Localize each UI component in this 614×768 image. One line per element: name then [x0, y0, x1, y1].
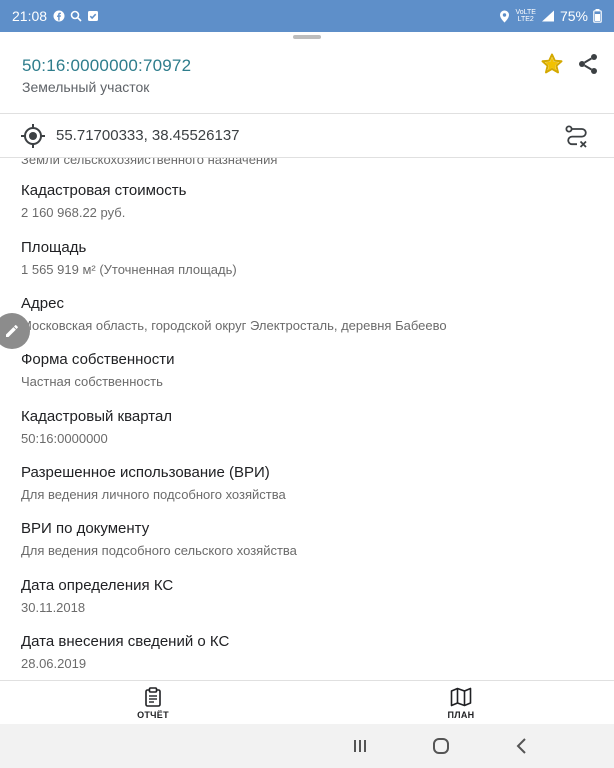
signal-icon — [541, 10, 554, 22]
facebook-icon — [53, 10, 65, 22]
parcel-details-list[interactable]: Земли сельскохозяйственного назначения К… — [0, 158, 614, 680]
field-cadastral-quarter: Кадастровый квартал 50:16:0000000 — [21, 406, 601, 448]
plan-label: ПЛАН — [447, 709, 475, 720]
field-value[interactable]: Для ведения подсобного сельского хозяйст… — [21, 542, 601, 560]
sheet-drag-handle[interactable] — [293, 35, 321, 39]
pencil-icon — [6, 325, 18, 337]
field-address: Адрес Московская область, городской окру… — [21, 293, 601, 335]
field-value[interactable]: Для ведения личного подсобного хозяйства — [21, 486, 601, 504]
network-label-bottom: LTE2 — [517, 16, 534, 23]
battery-icon — [593, 9, 602, 23]
field-value[interactable]: Частная собственность — [21, 373, 601, 391]
parcel-header: 50:16:0000000:70972 Земельный участок — [0, 44, 614, 108]
field-value[interactable]: 50:16:0000000 — [21, 430, 601, 448]
system-navigation-bar — [0, 724, 614, 768]
star-icon[interactable] — [540, 52, 564, 76]
network-label-top: VoLTE — [515, 9, 536, 16]
home-icon[interactable] — [429, 734, 453, 758]
network-label: VoLTE LTE2 — [515, 9, 536, 23]
field-cost-entry-date: Дата внесения сведений о КС 28.06.2019 — [21, 631, 601, 673]
field-value[interactable]: Московская область, городской округ Элек… — [21, 317, 601, 335]
check-icon — [88, 11, 99, 21]
bottom-action-bar: ОТЧЁТ ПЛАН — [0, 680, 614, 724]
field-permitted-use-document: ВРИ по документу Для ведения подсобного … — [21, 518, 601, 560]
land-category-value: Земли сельскохозяйственного назначения — [21, 158, 278, 167]
route-icon[interactable] — [564, 124, 590, 150]
field-permitted-use: Разрешенное использование (ВРИ) Для веде… — [21, 462, 601, 504]
field-label: ВРИ по документу — [21, 520, 150, 537]
back-icon[interactable] — [510, 734, 534, 758]
field-value[interactable]: 1 565 919 м² (Уточненная площадь) — [21, 261, 601, 279]
plan-button[interactable]: ПЛАН — [421, 681, 501, 725]
field-label: Кадастровая стоимость — [21, 182, 187, 199]
field-label: Площадь — [21, 239, 87, 256]
field-label: Разрешенное использование (ВРИ) — [21, 464, 270, 481]
field-value[interactable]: 30.11.2018 — [21, 599, 601, 617]
coordinates-bar: 55.71700333, 38.45526137 — [0, 113, 614, 158]
field-cost-determination-date: Дата определения КС 30.11.2018 — [21, 575, 601, 617]
crosshair-icon[interactable] — [20, 123, 46, 149]
field-ownership: Форма собственности Частная собственност… — [21, 349, 601, 391]
status-system-icons: VoLTE LTE2 75% — [499, 8, 602, 24]
status-notification-icons — [53, 10, 99, 22]
field-label: Форма собственности — [21, 351, 175, 368]
property-type: Земельный участок — [22, 79, 150, 95]
status-bar: 21:08 VoLTE LTE2 75% — [0, 0, 614, 32]
cadastral-number[interactable]: 50:16:0000000:70972 — [22, 56, 191, 76]
clipboard-icon — [145, 686, 161, 707]
location-icon — [500, 10, 510, 22]
field-value[interactable]: 28.06.2019 — [21, 655, 601, 673]
report-label: ОТЧЁТ — [137, 709, 169, 720]
report-button[interactable]: ОТЧЁТ — [113, 681, 193, 725]
field-label: Кадастровый квартал — [21, 408, 173, 425]
recent-apps-icon[interactable] — [348, 734, 372, 758]
field-area: Площадь 1 565 919 м² (Уточненная площадь… — [21, 237, 601, 279]
share-icon[interactable] — [576, 52, 600, 76]
field-value[interactable]: 2 160 968.22 руб. — [21, 204, 601, 222]
field-label: Адрес — [21, 295, 64, 312]
map-icon — [450, 687, 472, 706]
field-cadastral-cost: Кадастровая стоимость 2 160 968.22 руб. — [21, 180, 601, 222]
field-label: Дата внесения сведений о КС — [21, 633, 230, 650]
coordinates-value[interactable]: 55.71700333, 38.45526137 — [56, 127, 240, 144]
field-label: Дата определения КС — [21, 577, 174, 594]
status-time: 21:08 — [12, 8, 48, 24]
search-icon — [70, 10, 82, 22]
battery-percent: 75% — [559, 8, 588, 24]
